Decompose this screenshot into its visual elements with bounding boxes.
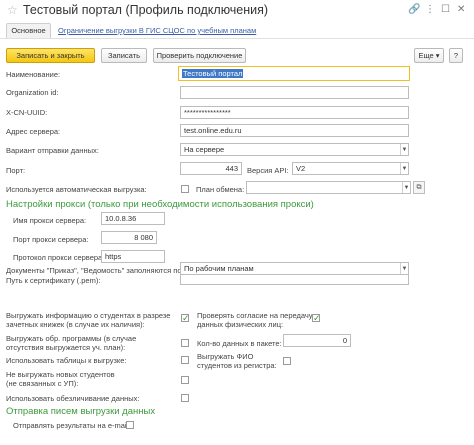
proxy-server-label: Имя прокси сервера: bbox=[13, 216, 87, 225]
depersonalization-label: Использовать обезличивание данных: bbox=[6, 394, 140, 403]
new-students-label-line2: (не связанных с УП): bbox=[6, 379, 79, 388]
tables-checkbox[interactable] bbox=[181, 356, 189, 364]
more-vertical-icon[interactable]: ⋮ bbox=[425, 4, 435, 16]
open-link-icon: ⧉ bbox=[416, 184, 422, 191]
server-address-label: Адрес сервера: bbox=[6, 127, 61, 136]
save-and-close-button[interactable]: Записать и закрыть bbox=[6, 48, 95, 63]
proxy-section-title: Настройки прокси (только при необходимос… bbox=[6, 199, 314, 210]
mail-section-title: Отправка писем выгрузки данных bbox=[6, 406, 156, 417]
send-variant-select[interactable]: На сервере ▼ bbox=[180, 143, 409, 156]
server-address-field[interactable]: test.online.edu.ru bbox=[180, 124, 409, 137]
send-variant-value: На сервере bbox=[184, 145, 225, 154]
documents-label: Документы "Приказ", "Ведомость" заполняю… bbox=[6, 266, 184, 275]
send-variant-label: Вариант отправки данных: bbox=[6, 146, 99, 155]
open-plan-button[interactable]: ⧉ bbox=[413, 181, 425, 194]
check-icon: ✓ bbox=[182, 313, 190, 323]
window-title: Тестовый портал (Профиль подключения) bbox=[23, 3, 269, 17]
api-version-value: V2 bbox=[296, 164, 306, 173]
packet-size-field[interactable]: 0 bbox=[283, 334, 351, 347]
programs-checkbox[interactable] bbox=[181, 339, 189, 347]
more-label: Еще bbox=[418, 51, 434, 60]
check-connection-button[interactable]: Проверить подключение bbox=[153, 48, 246, 63]
api-version-label: Версия API: bbox=[247, 166, 289, 175]
maximize-icon[interactable]: ☐ bbox=[441, 4, 450, 16]
chevron-down-icon[interactable]: ▼ bbox=[402, 182, 410, 193]
name-field[interactable]: Тестовый портал bbox=[178, 66, 410, 81]
auto-upload-checkbox[interactable] bbox=[181, 185, 189, 193]
close-icon[interactable]: ✕ bbox=[457, 4, 465, 16]
students-label-line2: зачетных книжек (в случае их наличия): bbox=[6, 320, 145, 329]
auto-upload-label: Используется автоматическая выгрузка: bbox=[6, 185, 147, 194]
name-label: Наименование: bbox=[6, 70, 61, 79]
org-id-label: Organization id: bbox=[6, 88, 59, 97]
port-field[interactable]: 443 bbox=[180, 162, 242, 175]
send-email-label: Отправлять результаты на e-mail: bbox=[13, 421, 131, 430]
more-button[interactable]: Еще ▾ bbox=[414, 48, 444, 63]
api-version-select[interactable]: V2 ▼ bbox=[292, 162, 409, 175]
new-students-checkbox[interactable] bbox=[181, 376, 189, 384]
save-button[interactable]: Записать bbox=[101, 48, 147, 63]
link-upload-restriction[interactable]: Ограничение выгрузки В ГИС СЦОС по учебн… bbox=[58, 26, 256, 35]
chevron-down-icon[interactable]: ▼ bbox=[400, 163, 408, 174]
proxy-protocol-label: Протокол прокси сервера: bbox=[13, 253, 105, 262]
exchange-plan-label: План обмена: bbox=[196, 185, 245, 194]
proxy-server-field[interactable]: 10.0.8.36 bbox=[101, 212, 165, 225]
documents-select[interactable]: По рабочим планам ▼ bbox=[180, 262, 409, 275]
proxy-protocol-field[interactable]: https bbox=[101, 250, 165, 263]
tab-main[interactable]: Основное bbox=[6, 23, 51, 38]
nav-divider bbox=[0, 38, 474, 39]
fio-label-line2: студентов из регистра: bbox=[197, 361, 277, 370]
send-email-checkbox[interactable] bbox=[126, 421, 134, 429]
certificate-label: Путь к сертификату (.pem): bbox=[6, 276, 101, 285]
packet-size-label: Кол-во данных в пакете: bbox=[197, 339, 282, 348]
uuid-label: X-CN-UUID: bbox=[6, 108, 48, 117]
proxy-port-label: Порт прокси сервера: bbox=[13, 235, 89, 244]
name-value: Тестовый портал bbox=[182, 69, 244, 78]
tables-label: Использовать таблицы к выгрузке: bbox=[6, 356, 127, 365]
chevron-down-icon[interactable]: ▼ bbox=[400, 263, 408, 274]
org-id-field[interactable] bbox=[180, 86, 409, 99]
uuid-field[interactable]: **************** bbox=[180, 106, 409, 119]
favorite-star-icon[interactable]: ☆ bbox=[7, 3, 18, 17]
link-icon[interactable]: 🔗 bbox=[408, 4, 420, 16]
port-label: Порт: bbox=[6, 166, 26, 175]
consent-checkbox[interactable]: ✓ bbox=[312, 313, 321, 323]
title-bar: ☆ Тестовый портал (Профиль подключения) … bbox=[0, 0, 474, 22]
chevron-down-icon: ▾ bbox=[435, 51, 440, 60]
programs-label-line2: отсутствия выгружается уч. план): bbox=[6, 343, 126, 352]
exchange-plan-field[interactable]: ▼ bbox=[246, 181, 411, 194]
students-checkbox[interactable]: ✓ bbox=[181, 313, 190, 323]
check-icon: ✓ bbox=[313, 313, 321, 323]
documents-value: По рабочим планам bbox=[184, 264, 254, 273]
consent-label-line2: данных физических лиц: bbox=[197, 320, 284, 329]
proxy-port-field[interactable]: 8 080 bbox=[101, 231, 157, 244]
help-button[interactable]: ? bbox=[449, 48, 463, 63]
chevron-down-icon[interactable]: ▼ bbox=[400, 144, 408, 155]
depersonalization-checkbox[interactable] bbox=[181, 394, 189, 402]
fio-checkbox[interactable] bbox=[283, 357, 291, 365]
